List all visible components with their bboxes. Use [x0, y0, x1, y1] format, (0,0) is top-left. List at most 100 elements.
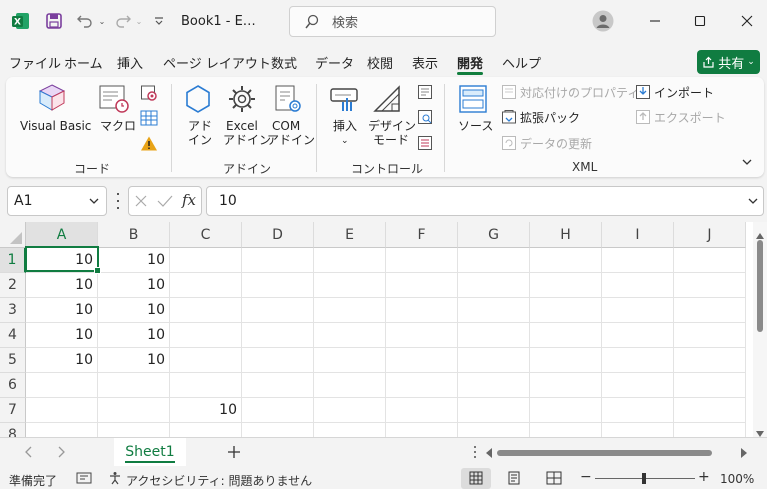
cell-f1[interactable]: [386, 248, 458, 273]
tab-page-layout[interactable]: ページ レイアウト: [163, 53, 271, 72]
row-header-7[interactable]: 7: [0, 398, 26, 423]
enter-icon[interactable]: [157, 194, 173, 211]
refresh-data-button[interactable]: データの更新: [520, 137, 592, 151]
cell-g4[interactable]: [458, 323, 530, 348]
cell-d3[interactable]: [242, 298, 314, 323]
name-box[interactable]: A1: [7, 186, 107, 216]
cell-i3[interactable]: [602, 298, 674, 323]
cell-b7[interactable]: [98, 398, 170, 423]
cell-e8[interactable]: [314, 423, 386, 437]
accessibility-status[interactable]: アクセシビリティ: 問題ありません: [126, 472, 312, 489]
cell-h1[interactable]: [530, 248, 602, 273]
tab-view[interactable]: 表示: [412, 53, 438, 72]
add-sheet-icon[interactable]: [227, 445, 241, 462]
cell-i4[interactable]: [602, 323, 674, 348]
select-all-button[interactable]: [0, 222, 26, 248]
cell-g7[interactable]: [458, 398, 530, 423]
cell-g3[interactable]: [458, 298, 530, 323]
cell-b4[interactable]: 10: [98, 323, 170, 348]
expand-formula-bar-icon[interactable]: [747, 195, 759, 207]
cell-f5[interactable]: [386, 348, 458, 373]
macro-security-icon[interactable]: [140, 135, 158, 155]
row-header-3[interactable]: 3: [0, 298, 26, 323]
cell-d8[interactable]: [242, 423, 314, 437]
cell-j8[interactable]: [674, 423, 746, 437]
cell-g8[interactable]: [458, 423, 530, 437]
cell-e6[interactable]: [314, 373, 386, 398]
cell-j6[interactable]: [674, 373, 746, 398]
cell-i2[interactable]: [602, 273, 674, 298]
map-properties-button[interactable]: 対応付けのプロパティ: [520, 86, 639, 100]
cell-e1[interactable]: [314, 248, 386, 273]
cell-e5[interactable]: [314, 348, 386, 373]
worksheet-grid[interactable]: A B C D E F G H I J 1 10 10 2 10 10 3 10 10 4 10 10 5 10 10 6 7 10 8: [0, 222, 767, 437]
cell-g5[interactable]: [458, 348, 530, 373]
cell-f7[interactable]: [386, 398, 458, 423]
cell-c7[interactable]: 10: [170, 398, 242, 423]
cell-h3[interactable]: [530, 298, 602, 323]
share-button[interactable]: 共有 ⌄: [697, 50, 760, 74]
cell-a5[interactable]: 10: [26, 348, 98, 373]
tab-insert[interactable]: 挿入: [117, 53, 143, 72]
cell-c5[interactable]: [170, 348, 242, 373]
cell-h4[interactable]: [530, 323, 602, 348]
column-header-e[interactable]: E: [314, 222, 386, 248]
cell-h8[interactable]: [530, 423, 602, 437]
undo-icon[interactable]: [74, 10, 96, 32]
cell-h7[interactable]: [530, 398, 602, 423]
undo-dropdown-icon[interactable]: ⌄: [97, 10, 107, 32]
column-header-b[interactable]: B: [98, 222, 170, 248]
accessibility-icon[interactable]: [108, 471, 122, 488]
tab-formulas[interactable]: 数式: [271, 53, 297, 72]
column-header-f[interactable]: F: [386, 222, 458, 248]
cell-a6[interactable]: [26, 373, 98, 398]
cell-d1[interactable]: [242, 248, 314, 273]
zoom-slider-thumb[interactable]: [642, 473, 646, 484]
com-addins-button-line2[interactable]: アドイン: [267, 133, 315, 147]
column-header-c[interactable]: C: [170, 222, 242, 248]
row-header-8[interactable]: 8: [0, 423, 26, 437]
redo-dropdown-icon[interactable]: ⌄: [134, 10, 144, 32]
redo-icon[interactable]: [112, 10, 134, 32]
visual-basic-button[interactable]: Visual Basic: [20, 119, 91, 133]
column-header-i[interactable]: I: [602, 222, 674, 248]
cell-i1[interactable]: [602, 248, 674, 273]
scroll-down-icon[interactable]: [756, 426, 764, 437]
cell-b5[interactable]: 10: [98, 348, 170, 373]
vertical-scrollbar[interactable]: [753, 222, 767, 437]
expansion-packs-button[interactable]: 拡張パック: [520, 111, 580, 125]
cell-j3[interactable]: [674, 298, 746, 323]
scroll-left-icon[interactable]: [486, 447, 492, 461]
excel-addins-button-line2[interactable]: アドイン: [223, 133, 271, 147]
cell-b1[interactable]: 10: [98, 248, 170, 273]
cell-h2[interactable]: [530, 273, 602, 298]
cell-j5[interactable]: [674, 348, 746, 373]
cell-b6[interactable]: [98, 373, 170, 398]
cell-i5[interactable]: [602, 348, 674, 373]
record-macro-icon[interactable]: [140, 84, 158, 105]
cell-a3[interactable]: 10: [26, 298, 98, 323]
avatar-icon[interactable]: [591, 10, 615, 32]
collapse-ribbon-icon[interactable]: [741, 156, 753, 171]
addins-button-line2[interactable]: イン: [188, 133, 212, 147]
row-header-6[interactable]: 6: [0, 373, 26, 398]
tab-data[interactable]: データ: [315, 53, 354, 72]
sheet-tab-sheet1[interactable]: Sheet1: [114, 438, 186, 466]
page-layout-view-icon[interactable]: [507, 471, 521, 488]
cell-a4[interactable]: 10: [26, 323, 98, 348]
formula-input[interactable]: 10: [206, 186, 764, 216]
run-dialog-icon[interactable]: [417, 135, 433, 154]
cell-f8[interactable]: [386, 423, 458, 437]
cell-j2[interactable]: [674, 273, 746, 298]
row-header-4[interactable]: 4: [0, 323, 26, 348]
cell-c4[interactable]: [170, 323, 242, 348]
tab-help[interactable]: ヘルプ: [502, 53, 541, 72]
vertical-scroll-thumb[interactable]: [757, 240, 763, 332]
search-box[interactable]: 検索: [289, 6, 496, 37]
com-addins-button-line1[interactable]: COM: [272, 119, 300, 133]
cell-c1[interactable]: [170, 248, 242, 273]
cell-e4[interactable]: [314, 323, 386, 348]
zoom-in-button[interactable]: +: [698, 469, 710, 485]
cell-j7[interactable]: [674, 398, 746, 423]
addins-button-line1[interactable]: アド: [188, 119, 212, 133]
